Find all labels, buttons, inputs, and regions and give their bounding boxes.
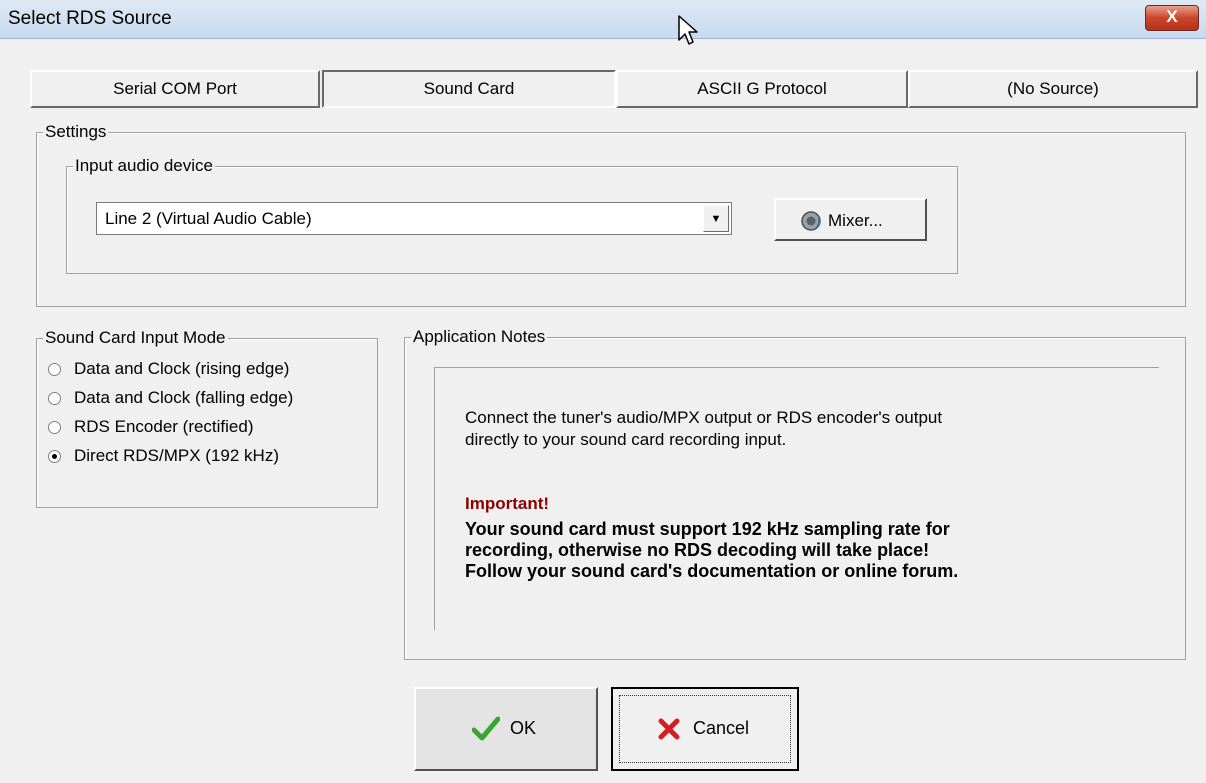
note-line-1: Connect the tuner's audio/MPX output or … — [465, 408, 943, 427]
tab-no-source[interactable]: (No Source) — [908, 70, 1198, 108]
cancel-label: Cancel — [693, 718, 750, 738]
radio-button[interactable] — [48, 449, 61, 463]
mixer-button[interactable]: Mixer... — [774, 198, 927, 241]
radio-data-clock-rising[interactable]: Data and Clock (rising edge) — [48, 356, 289, 382]
tab-label: Sound Card — [423, 79, 515, 98]
radio-label: RDS Encoder (rectified) — [74, 417, 254, 436]
important-body: Your sound card must support 192 kHz sam… — [465, 519, 1145, 582]
important-line-2: recording, otherwise no RDS decoding wil… — [465, 540, 930, 560]
title-bar: Select RDS Source X — [0, 0, 1206, 39]
radio-label: Data and Clock (rising edge) — [74, 359, 290, 378]
checkmark-icon — [472, 716, 500, 741]
tab-serial-com-port[interactable]: Serial COM Port — [30, 70, 320, 108]
ok-button[interactable]: OK — [414, 687, 598, 771]
ok-label: OK — [510, 718, 537, 738]
speaker-icon — [801, 211, 821, 231]
tab-label: Serial COM Port — [113, 79, 237, 98]
mouse-pointer-icon — [678, 15, 698, 45]
radio-direct-rds-mpx[interactable]: Direct RDS/MPX (192 kHz) — [48, 443, 279, 469]
radio-button[interactable] — [48, 420, 61, 434]
tab-sound-card[interactable]: Sound Card — [322, 70, 616, 108]
note-line-2: directly to your sound card recording in… — [465, 430, 787, 449]
tab-label: ASCII G Protocol — [697, 79, 827, 98]
input-audio-device-select[interactable]: Line 2 (Virtual Audio Cable) ▼ — [96, 202, 732, 235]
tab-label: (No Source) — [1007, 79, 1099, 98]
tab-ascii-g-protocol[interactable]: ASCII G Protocol — [616, 70, 908, 108]
cancel-button[interactable]: Cancel — [611, 687, 799, 771]
input-audio-device-legend: Input audio device — [73, 156, 215, 176]
mixer-label: Mixer... — [828, 211, 883, 230]
dropdown-arrow-icon[interactable]: ▼ — [703, 205, 729, 232]
important-title: Important! — [465, 494, 550, 513]
radio-label: Direct RDS/MPX (192 kHz) — [74, 446, 279, 465]
selected-device-value: Line 2 (Virtual Audio Cable) — [105, 209, 312, 228]
important-line-1: Your sound card must support 192 kHz sam… — [465, 519, 950, 539]
important-line-3: Follow your sound card's documentation o… — [465, 561, 959, 581]
close-icon: X — [1166, 7, 1178, 26]
cancel-x-icon — [658, 718, 680, 740]
input-mode-legend: Sound Card Input Mode — [43, 328, 228, 348]
radio-label: Data and Clock (falling edge) — [74, 388, 294, 407]
application-notes-legend: Application Notes — [411, 327, 548, 347]
settings-legend: Settings — [43, 122, 109, 142]
radio-button[interactable] — [48, 391, 61, 405]
close-button[interactable]: X — [1145, 5, 1199, 31]
radio-data-clock-falling[interactable]: Data and Clock (falling edge) — [48, 385, 293, 411]
window-title: Select RDS Source — [8, 8, 172, 29]
radio-button[interactable] — [48, 362, 61, 376]
radio-rds-encoder[interactable]: RDS Encoder (rectified) — [48, 414, 254, 440]
